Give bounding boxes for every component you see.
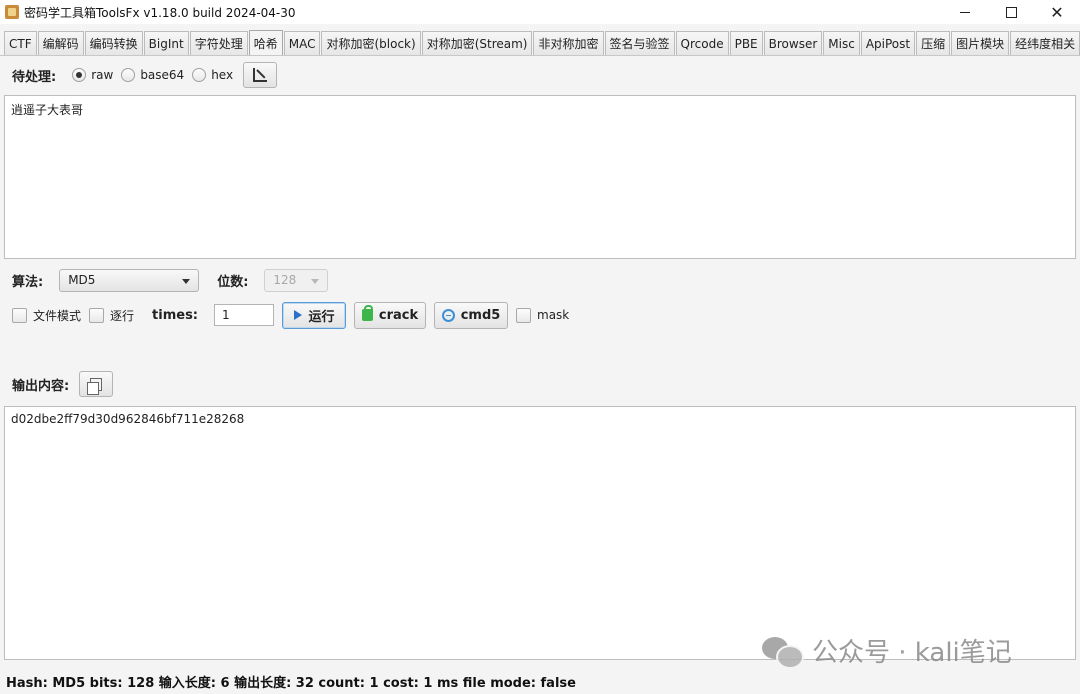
tab-signature[interactable]: 签名与验签 [604,31,675,55]
close-button[interactable]: ✕ [1034,0,1080,24]
tab-qrcode[interactable]: Qrcode [675,31,729,55]
maximize-button[interactable] [988,0,1034,24]
cmd5-button-label: cmd5 [460,307,501,323]
tab-symmetric-stream[interactable]: 对称加密(Stream) [421,31,533,55]
tab-string-process[interactable]: 字符处理 [189,31,248,55]
radio-base64[interactable] [121,68,136,82]
crack-button-label: crack [378,307,419,323]
window-controls: ✕ [942,0,1080,24]
window-title: 密码学工具箱ToolsFx v1.18.0 build 2024-04-30 [24,5,296,20]
bits-value: 128 [273,273,297,287]
tab-encoding-convert[interactable]: 编码转换 [84,31,143,55]
crack-button[interactable]: crack [354,301,427,329]
input-options-row: 待处理: raw base64 hex [12,62,278,88]
radio-base64-label[interactable]: base64 [140,68,184,82]
output-label-row: 输出内容: [12,371,114,397]
title-bar: 密码学工具箱ToolsFx v1.18.0 build 2024-04-30 ✕ [0,0,1080,24]
output-textarea[interactable]: d02dbe2ff79d30d962846bf711e28268 [4,406,1076,660]
tab-apipost[interactable]: ApiPost [860,31,916,55]
input-textarea[interactable]: 逍遥子大表哥 [4,95,1076,259]
file-mode-checkbox[interactable] [12,307,27,323]
tab-asymmetric[interactable]: 非对称加密 [533,31,604,55]
input-label: 待处理: [12,69,57,85]
radio-hex[interactable] [192,68,207,82]
times-input[interactable]: 1 [214,304,275,326]
algorithm-value: MD5 [68,273,96,287]
import-icon [253,68,268,82]
watermark-text: 公众号 · kali笔记 [812,638,1012,668]
tab-compress[interactable]: 压缩 [916,31,951,55]
copy-button[interactable] [79,371,114,397]
chevron-down-icon [311,278,320,284]
wechat-icon [762,635,804,669]
line-by-line-checkbox[interactable] [89,307,105,323]
tab-image[interactable]: 图片模块 [951,31,1010,55]
times-label: times: [152,307,199,323]
tab-hash[interactable]: 哈希 [248,30,283,55]
file-mode-label[interactable]: 文件模式 [33,307,81,324]
radio-raw[interactable] [72,68,87,82]
tab-bar: CTF 编解码 编码转换 BigInt 字符处理 哈希 MAC 对称加密(blo… [0,28,1080,56]
unlock-icon [361,305,373,321]
tab-symmetric-block[interactable]: 对称加密(block) [321,31,421,55]
tab-codec[interactable]: 编解码 [37,31,84,55]
options-row: 文件模式 逐行 times: 1 运行 crack cmd5 mask [12,301,569,329]
chevron-down-icon [182,278,191,284]
tab-pbe[interactable]: PBE [729,31,763,55]
tab-ctf[interactable]: CTF [4,31,37,55]
algorithm-label: 算法: [12,274,44,290]
output-label: 输出内容: [12,378,70,394]
status-bar: Hash: MD5 bits: 128 输入长度: 6 输出长度: 32 cou… [6,676,576,691]
tab-mac[interactable]: MAC [283,31,321,55]
tab-bigint[interactable]: BigInt [143,31,189,55]
play-icon [293,310,302,320]
import-button[interactable] [243,62,278,88]
app-icon [5,5,19,19]
cmd5-icon [441,308,455,322]
minimize-button[interactable] [942,0,988,24]
tab-browser[interactable]: Browser [763,31,823,55]
radio-raw-label[interactable]: raw [91,68,113,82]
run-button[interactable]: 运行 [282,301,347,329]
tab-misc[interactable]: Misc [823,31,860,55]
tab-geo[interactable]: 经纬度相关 [1010,31,1080,55]
line-by-line-label[interactable]: 逐行 [110,307,134,324]
radio-hex-label[interactable]: hex [211,68,233,82]
watermark: 公众号 · kali笔记 [762,632,1012,669]
algorithm-row: 算法: MD5 位数: 128 [12,268,329,292]
run-button-label: 运行 [308,309,335,325]
algorithm-select[interactable]: MD5 [59,268,200,292]
bits-label: 位数: [217,274,249,290]
bits-select: 128 [264,268,329,292]
cmd5-button[interactable]: cmd5 [434,301,509,329]
mask-label[interactable]: mask [537,308,569,322]
mask-checkbox[interactable] [516,307,532,323]
copy-icon [87,377,103,395]
